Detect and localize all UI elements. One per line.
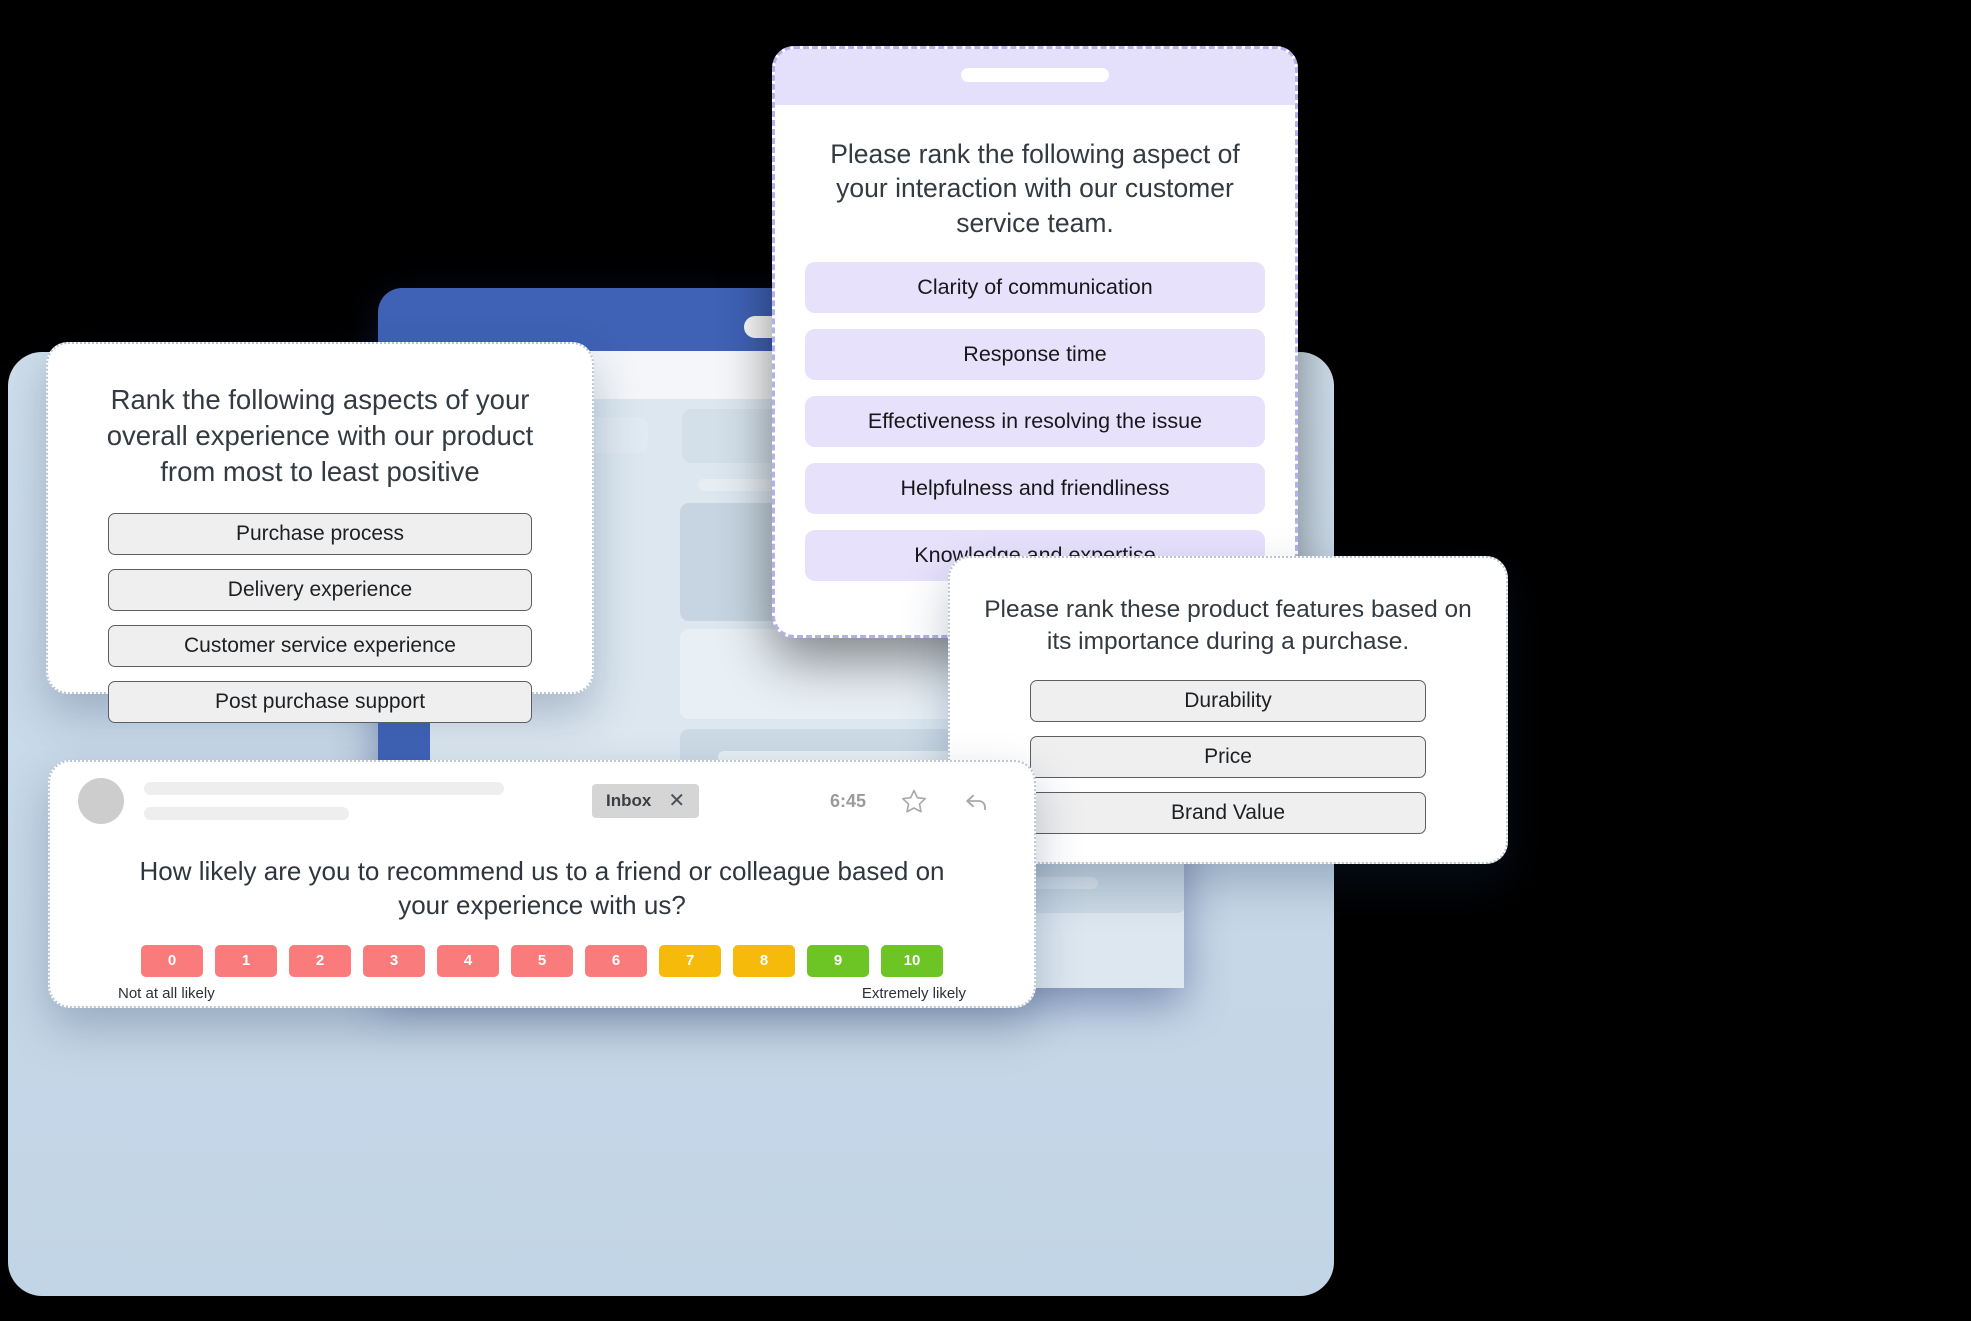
rank-item[interactable]: Durability [1030, 679, 1426, 722]
screenshot-stage: Rank the following aspects of your overa… [0, 0, 1971, 1321]
card-customer-service-phone: Please rank the following aspect of your… [772, 46, 1298, 638]
nps-scale: 0 1 2 3 4 5 6 7 8 9 10 [50, 944, 1034, 977]
phone-body: Please rank the following aspect of your… [775, 105, 1295, 582]
rank-item[interactable]: Post purchase support [108, 681, 532, 724]
nps-score-button[interactable]: 3 [363, 944, 425, 977]
rank-item[interactable]: Price [1030, 735, 1426, 778]
nps-score-button[interactable]: 5 [511, 944, 573, 977]
rank-item[interactable]: Delivery experience [108, 569, 532, 612]
rank-item[interactable]: Brand Value [1030, 791, 1426, 834]
avatar [78, 778, 124, 824]
nps-score-button[interactable]: 2 [289, 944, 351, 977]
skeleton-line [144, 807, 349, 820]
reply-arrow-icon[interactable] [962, 787, 990, 815]
nps-scale-labels: Not at all likely Extremely likely [50, 977, 1034, 1002]
email-meta-group: 6:45 [830, 787, 1004, 815]
nps-score-button[interactable]: 4 [437, 944, 499, 977]
rank-list-product-features: Durability Price Brand Value [978, 679, 1478, 834]
question-text-nps: How likely are you to recommend us to a … [139, 856, 945, 921]
email-subject-placeholder [144, 782, 504, 820]
rank-item[interactable]: Response time [805, 329, 1265, 381]
rank-list-overall-experience: Purchase process Delivery experience Cus… [78, 513, 562, 724]
phone-speaker-icon [961, 68, 1109, 82]
rank-item[interactable]: Clarity of communication [805, 262, 1265, 314]
inbox-chip-label: Inbox [606, 791, 652, 810]
rank-item[interactable]: Customer service experience [108, 625, 532, 668]
card-nps-email: Inbox ✕ 6:45 How likely are you to recom… [48, 760, 1036, 1008]
nps-label-low: Not at all likely [118, 984, 215, 1002]
nps-score-button[interactable]: 9 [807, 944, 869, 977]
rank-item[interactable]: Purchase process [108, 513, 532, 556]
nps-score-button[interactable]: 1 [215, 944, 277, 977]
rank-item[interactable]: Helpfulness and friendliness [805, 463, 1265, 515]
nps-score-button[interactable]: 6 [585, 944, 647, 977]
phone-statusbar [775, 49, 1295, 105]
close-icon[interactable]: ✕ [668, 791, 685, 811]
skeleton-line [144, 782, 504, 795]
nps-score-button[interactable]: 0 [141, 944, 203, 977]
star-outline-icon[interactable] [900, 787, 928, 815]
rank-list-customer-service: Clarity of communication Response time E… [805, 262, 1265, 582]
nps-score-button[interactable]: 10 [881, 944, 943, 977]
inbox-label-chip[interactable]: Inbox ✕ [592, 784, 700, 818]
rank-item[interactable]: Effectiveness in resolving the issue [805, 396, 1265, 448]
nps-score-button[interactable]: 8 [733, 944, 795, 977]
question-text-overall-experience: Rank the following aspects of your overa… [106, 384, 534, 487]
nps-score-button[interactable]: 7 [659, 944, 721, 977]
email-timestamp: 6:45 [829, 790, 866, 811]
nps-label-high: Extremely likely [861, 984, 966, 1002]
question-text-customer-service: Please rank the following aspect of your… [830, 139, 1240, 238]
question-text-product-features: Please rank these product features based… [984, 596, 1472, 655]
card-overall-experience: Rank the following aspects of your overa… [46, 342, 594, 724]
email-header-row: Inbox ✕ 6:45 [50, 762, 1034, 840]
